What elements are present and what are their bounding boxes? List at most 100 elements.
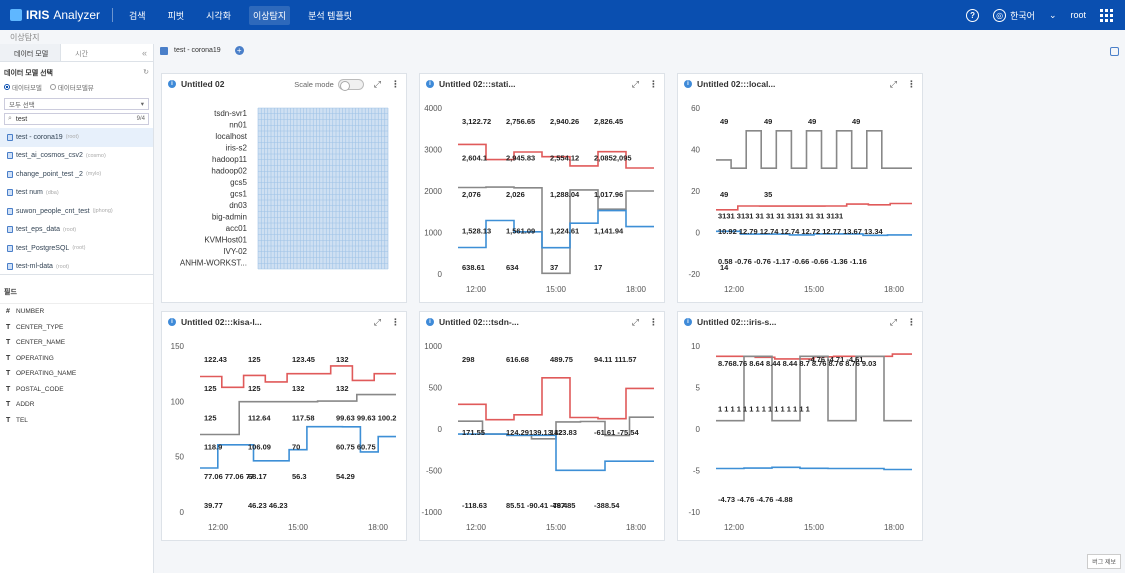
info-icon[interactable]: i [168, 80, 176, 88]
field-item[interactable]: T POSTAL_CODE [0, 382, 153, 398]
y-tick-label: -500 [426, 467, 443, 476]
nav-pivot[interactable]: 피벗 [164, 6, 189, 25]
more-icon[interactable]: ⋮ [391, 79, 400, 90]
chart-panel: i Untitled 02:::tsdn-... ⤢ ⋮ -1000 -500 0 500 10… [419, 311, 665, 541]
model-name: test_eps_data [16, 226, 60, 234]
help-icon[interactable]: ? [966, 8, 980, 22]
expand-icon[interactable]: ⤢ [890, 79, 897, 90]
data-label: 1 1 1 1 1 1 1 1 1 1 1 1 1 1 1 [718, 404, 810, 413]
y-tick-label: 100 [171, 397, 185, 406]
field-item[interactable]: # NUMBER [0, 304, 153, 320]
y-tick-label: 2000 [424, 187, 442, 196]
chart-svg: -10-5051012:00 15:00 18:008.768.76 8.64 8.… [688, 342, 912, 532]
scale-mode-toggle[interactable] [337, 78, 364, 91]
x-tick-label: 18:00 [884, 285, 905, 294]
data-label: 123.45 [292, 355, 315, 364]
list-item[interactable]: test - corona19 (root) [0, 128, 153, 147]
info-icon[interactable]: i [426, 318, 434, 326]
nav-analysis-template[interactable]: 분석 템플릿 [304, 6, 356, 25]
list-item[interactable]: test-ml-data (root) [0, 258, 153, 275]
y-tick-label: 5 [696, 384, 701, 393]
expand-icon[interactable]: ⤢ [374, 317, 381, 328]
info-icon[interactable]: i [426, 80, 434, 88]
list-item[interactable]: suwon_people_cnt_test (jphong) [0, 202, 153, 221]
tab-data-model[interactable]: 데이터 모델 [0, 44, 62, 61]
tick-label: dn03 [229, 201, 247, 210]
data-label: 56.3 [292, 472, 307, 481]
model-owner: (jphong) [92, 208, 113, 215]
y-tick-label: 1000 [424, 229, 442, 238]
language-selector[interactable]: ◎ 한국어 ⌄ [993, 8, 1056, 22]
field-item[interactable]: T TEL [0, 413, 153, 429]
more-icon[interactable]: ⋮ [907, 317, 916, 328]
chart-panel: i Untitled 02:::iris-s... ⤢ ⋮ -10 -5 0 5 10 12:00… [677, 311, 923, 541]
data-label: 3,122.72 [462, 117, 491, 126]
model-name: suwon_people_cnt_test [16, 207, 90, 215]
radio-data-model[interactable]: 데이터모델 [4, 82, 42, 92]
list-item[interactable]: test_ai_cosmos_csv2 (cosmo) [0, 147, 153, 166]
search-input[interactable]: test [16, 116, 27, 123]
model-name: test-ml-data [16, 263, 53, 271]
model-search[interactable]: ⌕ test 9/4 [4, 113, 149, 125]
field-item[interactable]: T ADDR [0, 397, 153, 413]
field-item[interactable]: T CENTER_NAME [0, 335, 153, 351]
data-label: 616.68 [506, 355, 529, 364]
tick-label: big-admin [212, 213, 247, 222]
more-icon[interactable]: ⋮ [391, 317, 400, 328]
expand-icon[interactable]: ⤢ [632, 317, 639, 328]
more-icon[interactable]: ⋮ [907, 79, 916, 90]
share-icon[interactable] [1110, 47, 1119, 56]
data-label: 132 [336, 355, 349, 364]
model-owner: (root) [72, 245, 86, 252]
owner-select[interactable]: 모두 선택 ▾ [4, 98, 149, 110]
field-item[interactable]: T OPERATING [0, 351, 153, 367]
more-icon[interactable]: ⋮ [649, 79, 658, 90]
scale-mode-control[interactable]: Scale mode [294, 78, 364, 91]
tab-time[interactable]: 시간 [61, 44, 100, 61]
nav-anomaly-detection[interactable]: 이상탐지 [249, 5, 291, 25]
more-icon[interactable]: ⋮ [649, 317, 658, 328]
data-label: -497.85 [550, 501, 575, 510]
field-type-icon: T [6, 339, 11, 347]
x-tick-label: 12:00 [466, 523, 487, 532]
dashboard-tabbar: test - corona19 + [160, 46, 244, 55]
user-menu[interactable]: root [1070, 10, 1086, 20]
data-label: 122.43 [204, 355, 227, 364]
expand-icon[interactable]: ⤢ [374, 79, 381, 90]
info-icon[interactable]: i [168, 318, 176, 326]
tick-label: acc01 [226, 224, 248, 233]
nav-visualization[interactable]: 시각화 [202, 6, 235, 25]
expand-icon[interactable]: ⤢ [890, 317, 897, 328]
field-item[interactable]: T OPERATING_NAME [0, 366, 153, 382]
data-label: 2,756.65 [506, 117, 535, 126]
collapse-sidebar-icon[interactable]: « [142, 48, 147, 61]
nav-search[interactable]: 검색 [125, 6, 150, 25]
app-grid-icon[interactable] [1100, 8, 1113, 22]
radio-data-model-view[interactable]: 데이터모델뷰 [49, 82, 94, 92]
field-item[interactable]: T CENTER_TYPE [0, 320, 153, 336]
list-item[interactable]: test num (dba) [0, 184, 153, 203]
data-label: 49 [720, 117, 728, 126]
info-icon[interactable]: i [684, 318, 692, 326]
refresh-icon[interactable]: ↻ [143, 68, 149, 78]
add-tab-icon[interactable]: + [234, 46, 244, 55]
info-icon[interactable]: i [684, 80, 692, 88]
data-label: 2,945.83 [506, 154, 535, 163]
tab-test-corona19[interactable]: test - corona19 [174, 47, 221, 54]
bug-report-button[interactable]: 버그 제보 [1087, 554, 1121, 569]
app-logo[interactable]: IRIS Analyzer [10, 8, 100, 22]
y-tick-label: 0 [696, 425, 701, 434]
fields-title: 필드 [0, 281, 153, 304]
tick-label: nn01 [229, 121, 247, 130]
list-item[interactable]: change_point_test _2 (mylo) [0, 165, 153, 184]
panel-title: Untitled 02 [181, 79, 225, 89]
expand-icon[interactable]: ⤢ [632, 79, 639, 90]
data-label: 112.64 [248, 413, 271, 422]
list-item[interactable]: test_eps_data (root) [0, 221, 153, 240]
y-tick-label: 20 [691, 187, 700, 196]
chart-panel: i Untitled 02 Scale mode ⤢ ⋮ tsdn-svr1 nn01 loc… [161, 73, 407, 303]
field-name: OPERATING [16, 354, 54, 362]
panel-title: Untitled 02:::tsdn-... [439, 317, 519, 327]
tick-label: gcs5 [230, 178, 247, 187]
list-item[interactable]: test_PostgreSQL (root) [0, 239, 153, 258]
